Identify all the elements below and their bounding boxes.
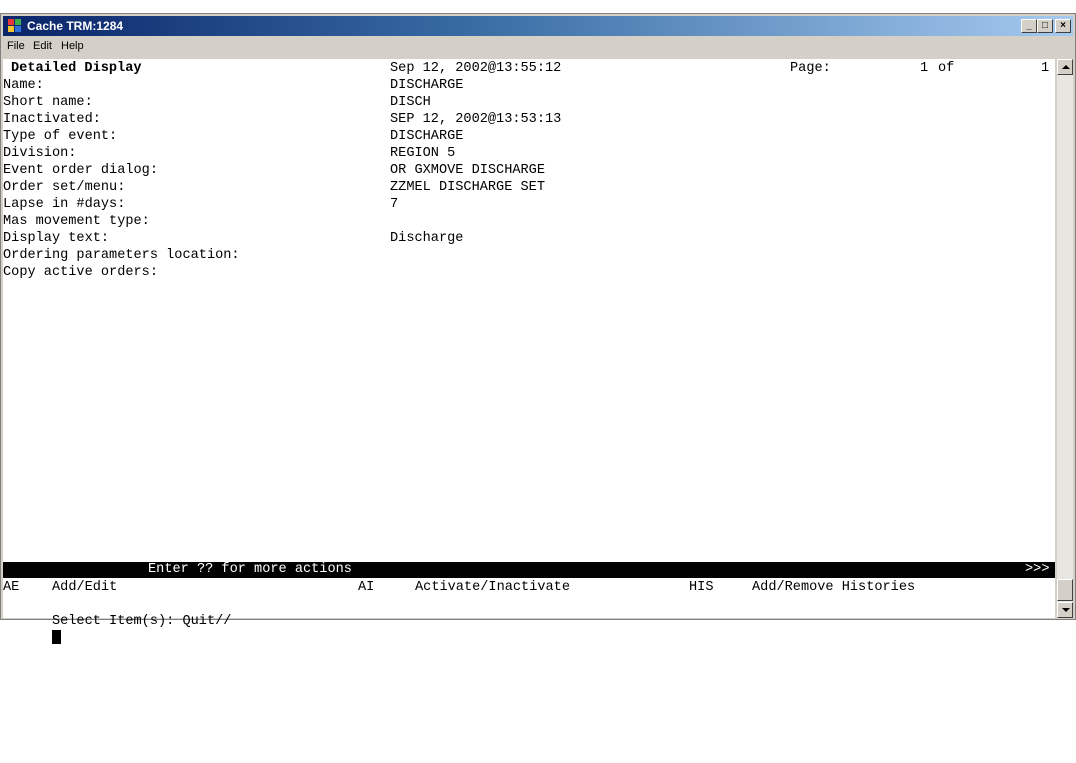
menu-file[interactable]: File [7,40,25,52]
screen-datetime: Sep 12, 2002@13:55:12 [390,61,562,76]
field-label: Inactivated: [3,112,101,127]
close-button[interactable]: × [1055,19,1071,33]
action-label[interactable]: Add/Remove Histories [752,580,915,596]
field-value: SEP 12, 2002@13:53:13 [390,112,562,127]
command-prompt[interactable]: Select Item(s): Quit// [3,598,231,644]
page-label: Page: [790,61,831,76]
action-label[interactable]: Add/Edit [52,580,117,596]
field-label: Short name: [3,95,93,110]
action-code[interactable]: HIS [689,580,713,596]
terminal-window: Cache TRM:1284 _ □ × File Edit Help Deta… [0,13,1076,644]
screen-title: Detailed Display [11,61,142,76]
field-label: Event order dialog: [3,163,158,178]
menu-edit[interactable]: Edit [33,40,52,52]
field-value: OR GXMOVE DISCHARGE [390,163,545,178]
page-total: 1 [1041,61,1050,76]
scroll-down-button[interactable] [1057,602,1073,618]
more-actions-text: Enter ?? for more actions [148,562,352,577]
field-label: Ordering parameters location: [3,248,240,263]
field-value: Discharge [390,231,464,246]
terminal-screen[interactable]: Detailed Display Sep 12, 2002@13:55:12 P… [3,59,1055,644]
field-label: Mas movement type: [3,214,150,229]
minimize-button[interactable]: _ [1021,19,1037,33]
field-value: ZZMEL DISCHARGE SET [390,180,545,195]
field-value: 7 [390,197,399,212]
scroll-thumb[interactable] [1057,579,1073,601]
scroll-up-button[interactable] [1057,59,1073,75]
field-label: Copy active orders: [3,265,158,280]
arrow-up-icon [1062,65,1070,69]
prompt-text: Select Item(s): Quit// [51,614,232,629]
field-label: Division: [3,146,77,161]
field-label: Lapse in #days: [3,197,126,212]
field-value: REGION 5 [390,146,456,161]
menu-help[interactable]: Help [61,40,84,52]
more-indicator: >>> [1025,562,1050,577]
field-label: Display text: [3,231,110,246]
field-label: Order set/menu: [3,180,126,195]
action-code[interactable]: AE [3,580,19,596]
app-icon [8,19,22,33]
page-current: 1 [920,61,929,76]
page-of: of [938,61,955,76]
arrow-down-icon [1062,608,1070,612]
text-cursor [51,630,61,644]
action-label[interactable]: Activate/Inactivate [415,580,570,596]
action-code[interactable]: AI [358,580,374,596]
more-actions-bar: Enter ?? for more actions >>> [3,562,1055,578]
window-title: Cache TRM:1284 [27,19,124,33]
menu-bar: File Edit Help [3,37,1073,57]
vertical-scrollbar[interactable] [1057,59,1073,618]
field-value: DISCHARGE [390,78,464,93]
field-value: DISCH [390,95,431,110]
field-value: DISCHARGE [390,129,464,144]
title-bar[interactable]: Cache TRM:1284 _ □ × [3,16,1073,36]
maximize-button[interactable]: □ [1037,19,1053,33]
field-label: Name: [3,78,44,93]
field-label: Type of event: [3,129,118,144]
